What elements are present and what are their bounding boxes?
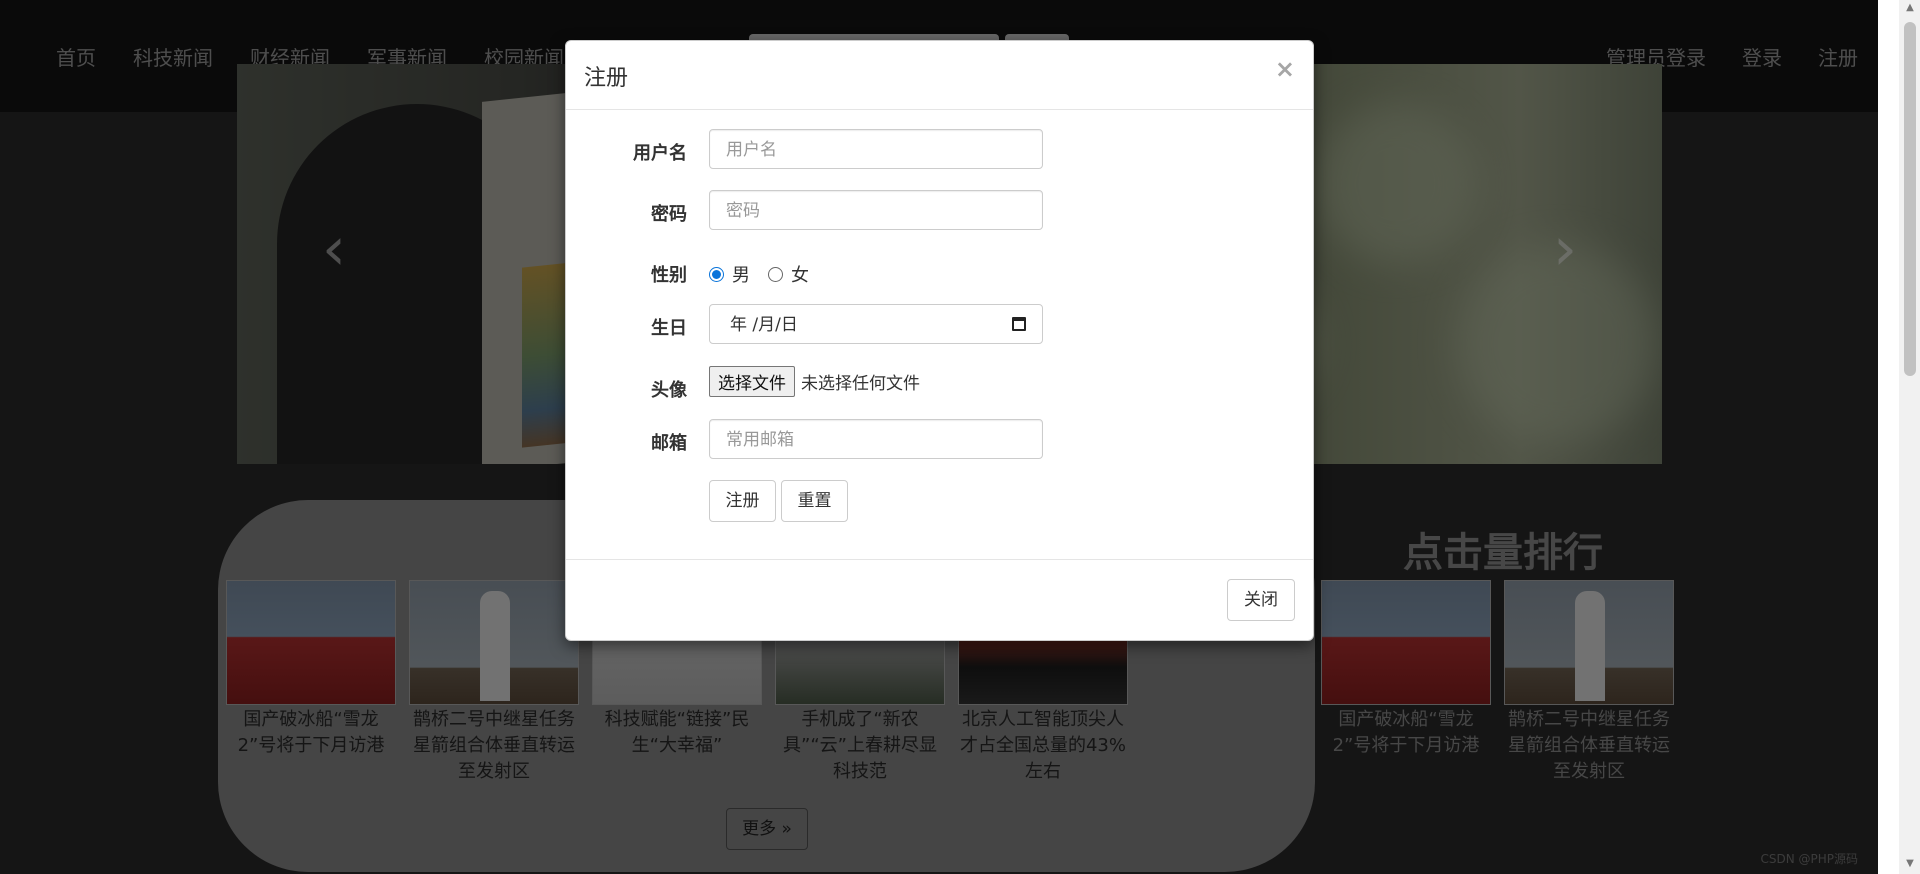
modal-header: 注册 × bbox=[566, 41, 1313, 110]
birthday-row: 生日 年 /月/日 bbox=[566, 304, 1313, 348]
modal-footer: 关闭 bbox=[566, 559, 1313, 640]
email-row: 邮箱 常用邮箱 bbox=[566, 419, 1313, 463]
file-status: 未选择任何文件 bbox=[801, 374, 920, 394]
calendar-icon[interactable] bbox=[1012, 317, 1026, 331]
username-label: 用户名 bbox=[633, 143, 687, 164]
password-row: 密码 密码 bbox=[566, 190, 1313, 234]
modal-title: 注册 bbox=[584, 66, 629, 91]
gender-female-label: 女 bbox=[791, 265, 809, 286]
gender-male-radio[interactable] bbox=[709, 266, 724, 282]
choose-file-button[interactable]: 选择文件 bbox=[709, 366, 795, 397]
page-background: 首页 科技新闻 财经新闻 军事新闻 校园新闻 管理员登录 登录 注册 ‹ › 国… bbox=[0, 0, 1878, 874]
gender-label: 性别 bbox=[651, 265, 687, 286]
birthday-label: 生日 bbox=[651, 318, 687, 339]
register-submit-button[interactable]: 注册 bbox=[709, 480, 776, 522]
birthday-value: 年 /月/日 bbox=[730, 315, 798, 335]
scrollbar-thumb[interactable] bbox=[1904, 22, 1916, 376]
avatar-label: 头像 bbox=[651, 380, 687, 401]
avatar-file-input: 选择文件 未选择任何文件 bbox=[709, 366, 920, 397]
close-button[interactable]: 关闭 bbox=[1227, 579, 1295, 621]
register-modal: 注册 × 用户名 用户名 密码 密码 性别 男 女 生日 年 /月/日 头像 选… bbox=[565, 40, 1314, 641]
gender-female-radio[interactable] bbox=[768, 266, 783, 282]
username-row: 用户名 用户名 bbox=[566, 129, 1313, 173]
form-actions: 注册 重置 bbox=[566, 480, 1313, 524]
gender-radio-group: 男 女 bbox=[709, 261, 809, 287]
email-label: 邮箱 bbox=[651, 433, 687, 454]
scroll-up-icon[interactable]: ▲ bbox=[1904, 2, 1916, 13]
reset-button[interactable]: 重置 bbox=[781, 480, 848, 522]
username-input[interactable]: 用户名 bbox=[709, 129, 1043, 169]
email-input[interactable]: 常用邮箱 bbox=[709, 419, 1043, 459]
close-icon[interactable]: × bbox=[1275, 55, 1295, 83]
avatar-row: 头像 选择文件 未选择任何文件 bbox=[566, 366, 1313, 410]
page-scrollbar[interactable]: ▲ ▼ bbox=[1878, 0, 1920, 874]
scroll-down-icon[interactable]: ▼ bbox=[1904, 858, 1916, 869]
gender-male-label: 男 bbox=[732, 265, 750, 286]
birthday-date-input[interactable]: 年 /月/日 bbox=[709, 304, 1043, 344]
gender-row: 性别 男 女 bbox=[566, 251, 1313, 295]
scrollbar-gutter bbox=[1878, 0, 1899, 874]
password-label: 密码 bbox=[651, 204, 687, 225]
password-input[interactable]: 密码 bbox=[709, 190, 1043, 230]
